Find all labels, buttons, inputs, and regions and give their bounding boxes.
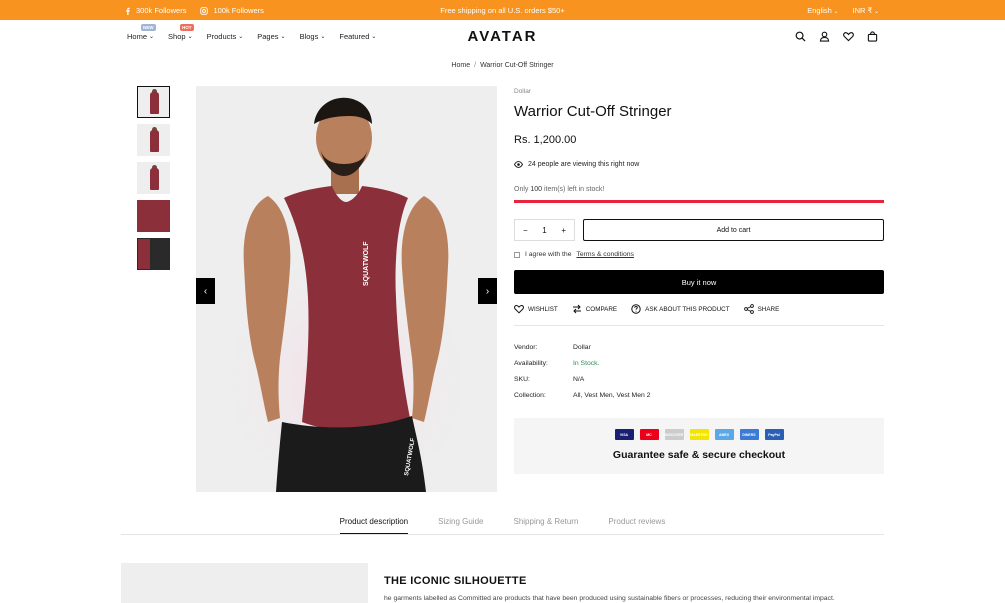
language-selector[interactable]: English: [807, 6, 838, 15]
terms-agreement: I agree with the Terms & conditions: [514, 251, 634, 258]
divider: [514, 325, 884, 326]
product-price: Rs. 1,200.00: [514, 134, 577, 146]
announcement-bar: 300k Followers 100k Followers Free shipp…: [0, 0, 1005, 20]
payment-card-diners: DINERS: [739, 429, 759, 440]
meta-availability-label: Availability:: [514, 360, 548, 367]
heart-icon: [514, 304, 524, 314]
payment-card-discover: DISCOVER: [664, 429, 684, 440]
payment-card-mc: MC: [639, 429, 659, 440]
stock-notice: Only 100 item(s) left in stock!: [514, 186, 604, 193]
share-icon: [743, 304, 754, 314]
gallery-next-button[interactable]: ›: [478, 278, 497, 304]
tab-product-reviews[interactable]: Product reviews: [608, 517, 665, 534]
tab-product-description[interactable]: Product description: [339, 517, 409, 534]
thumbnail-1[interactable]: [137, 86, 170, 118]
stock-progress-bar: [514, 200, 884, 203]
account-icon[interactable]: [819, 31, 830, 42]
description-text: he garments labelled as Committed are pr…: [384, 595, 835, 602]
meta-vendor-label: Vendor:: [514, 344, 538, 351]
thumbnail-list: [137, 86, 170, 270]
thumbnail-3[interactable]: [137, 162, 170, 194]
product-vendor[interactable]: Dollar: [514, 88, 531, 95]
payment-card-maestro: MAESTRO: [689, 429, 709, 440]
stock-count: 100: [530, 186, 543, 193]
compare-label: COMPARE: [585, 305, 618, 313]
viewing-count: 24: [528, 161, 536, 168]
product-tabs: Product description Sizing Guide Shippin…: [0, 517, 1005, 534]
compare-icon: [572, 304, 581, 314]
compare-button[interactable]: COMPARE: [572, 304, 617, 314]
meta-collection-value[interactable]: All, Vest Men, Vest Men 2: [573, 392, 650, 408]
meta-sku-value: N/A: [573, 376, 585, 383]
stock-progress-fill: [514, 200, 884, 203]
meta-collection-label: Collection:: [514, 392, 546, 399]
secure-checkout-box: VISA MC DISCOVER MAESTRO AMEX DINERS PayPal Gu…: [514, 418, 884, 474]
breadcrumb: Home / Warrior Cut-Off Stringer: [0, 62, 1005, 69]
gallery-prev-button[interactable]: ‹: [196, 278, 215, 304]
viewing-counter: 24 people are viewing this right now: [514, 161, 639, 168]
eye-icon: [514, 161, 523, 168]
currency-selector[interactable]: INR ₹: [853, 6, 879, 15]
thumbnail-2[interactable]: [137, 124, 170, 156]
viewing-text: people are viewing this right now: [537, 161, 640, 168]
ask-label: ASK ABOUT THIS PRODUCT: [645, 305, 730, 313]
thumbnail-5[interactable]: [137, 238, 170, 270]
wishlist-label: WISHLIST: [528, 305, 558, 313]
share-button[interactable]: SHARE: [743, 304, 780, 314]
add-to-cart-button[interactable]: Add to cart: [583, 219, 884, 241]
product-title: Warrior Cut-Off Stringer: [514, 103, 672, 120]
payment-card-amex: AMEX: [714, 429, 734, 440]
question-icon: [631, 304, 641, 314]
breadcrumb-home[interactable]: Home: [451, 62, 470, 69]
qty-plus-button[interactable]: +: [561, 226, 566, 235]
guarantee-text: Guarantee safe & secure checkout: [612, 449, 786, 461]
payment-card-paypal: PayPal: [764, 429, 784, 440]
description-image: [121, 563, 368, 603]
terms-link[interactable]: Terms & conditions: [576, 251, 633, 258]
wishlist-button[interactable]: WISHLIST: [514, 304, 558, 314]
payment-cards: VISA MC DISCOVER MAESTRO AMEX DINERS PayPal: [514, 429, 884, 440]
stock-prefix: Only: [514, 186, 529, 193]
buy-now-button[interactable]: Buy it now: [514, 270, 884, 294]
qty-value[interactable]: 1: [542, 226, 546, 235]
site-header: Home ⌄ NEW Shop ⌄ HOT Products ⌄ Pages ⌄ Blo…: [0, 20, 1005, 56]
brand-print-tank: SQUATWOLF: [363, 241, 370, 286]
qty-minus-button[interactable]: −: [523, 226, 528, 235]
product-main-image: SQUATWOLF SQUATWOLF ‹ ›: [196, 86, 497, 492]
product-meta: Vendor: Dollar Availability: In Stock. SKU…: [514, 344, 650, 408]
tab-sizing-guide[interactable]: Sizing Guide: [438, 517, 483, 534]
thumbnail-4[interactable]: [137, 200, 170, 232]
model-photo: SQUATWOLF SQUATWOLF: [206, 97, 486, 492]
tabs-divider: [121, 534, 884, 535]
breadcrumb-current: Warrior Cut-Off Stringer: [480, 62, 554, 69]
meta-sku-label: SKU:: [514, 376, 530, 383]
description-heading: THE ICONIC SILHOUETTE: [384, 575, 527, 587]
breadcrumb-separator: /: [474, 62, 477, 69]
stock-suffix: item(s) left in stock!: [544, 186, 605, 193]
bag-icon[interactable]: [867, 31, 878, 42]
ask-question-button[interactable]: ASK ABOUT THIS PRODUCT: [631, 304, 730, 314]
share-label: SHARE: [757, 305, 780, 313]
heart-icon[interactable]: [843, 31, 854, 42]
terms-checkbox[interactable]: [514, 251, 520, 258]
payment-card-visa: VISA: [614, 429, 634, 440]
terms-label: I agree with the: [525, 251, 572, 258]
tab-shipping-return[interactable]: Shipping & Return: [513, 517, 578, 534]
search-icon[interactable]: [795, 31, 806, 42]
quantity-stepper: − 1 +: [514, 219, 575, 241]
meta-vendor-value[interactable]: Dollar: [573, 344, 591, 360]
meta-availability-value: In Stock.: [573, 360, 600, 367]
product-actions: WISHLIST COMPARE ASK ABOUT THIS PRODUCT …: [514, 304, 779, 314]
